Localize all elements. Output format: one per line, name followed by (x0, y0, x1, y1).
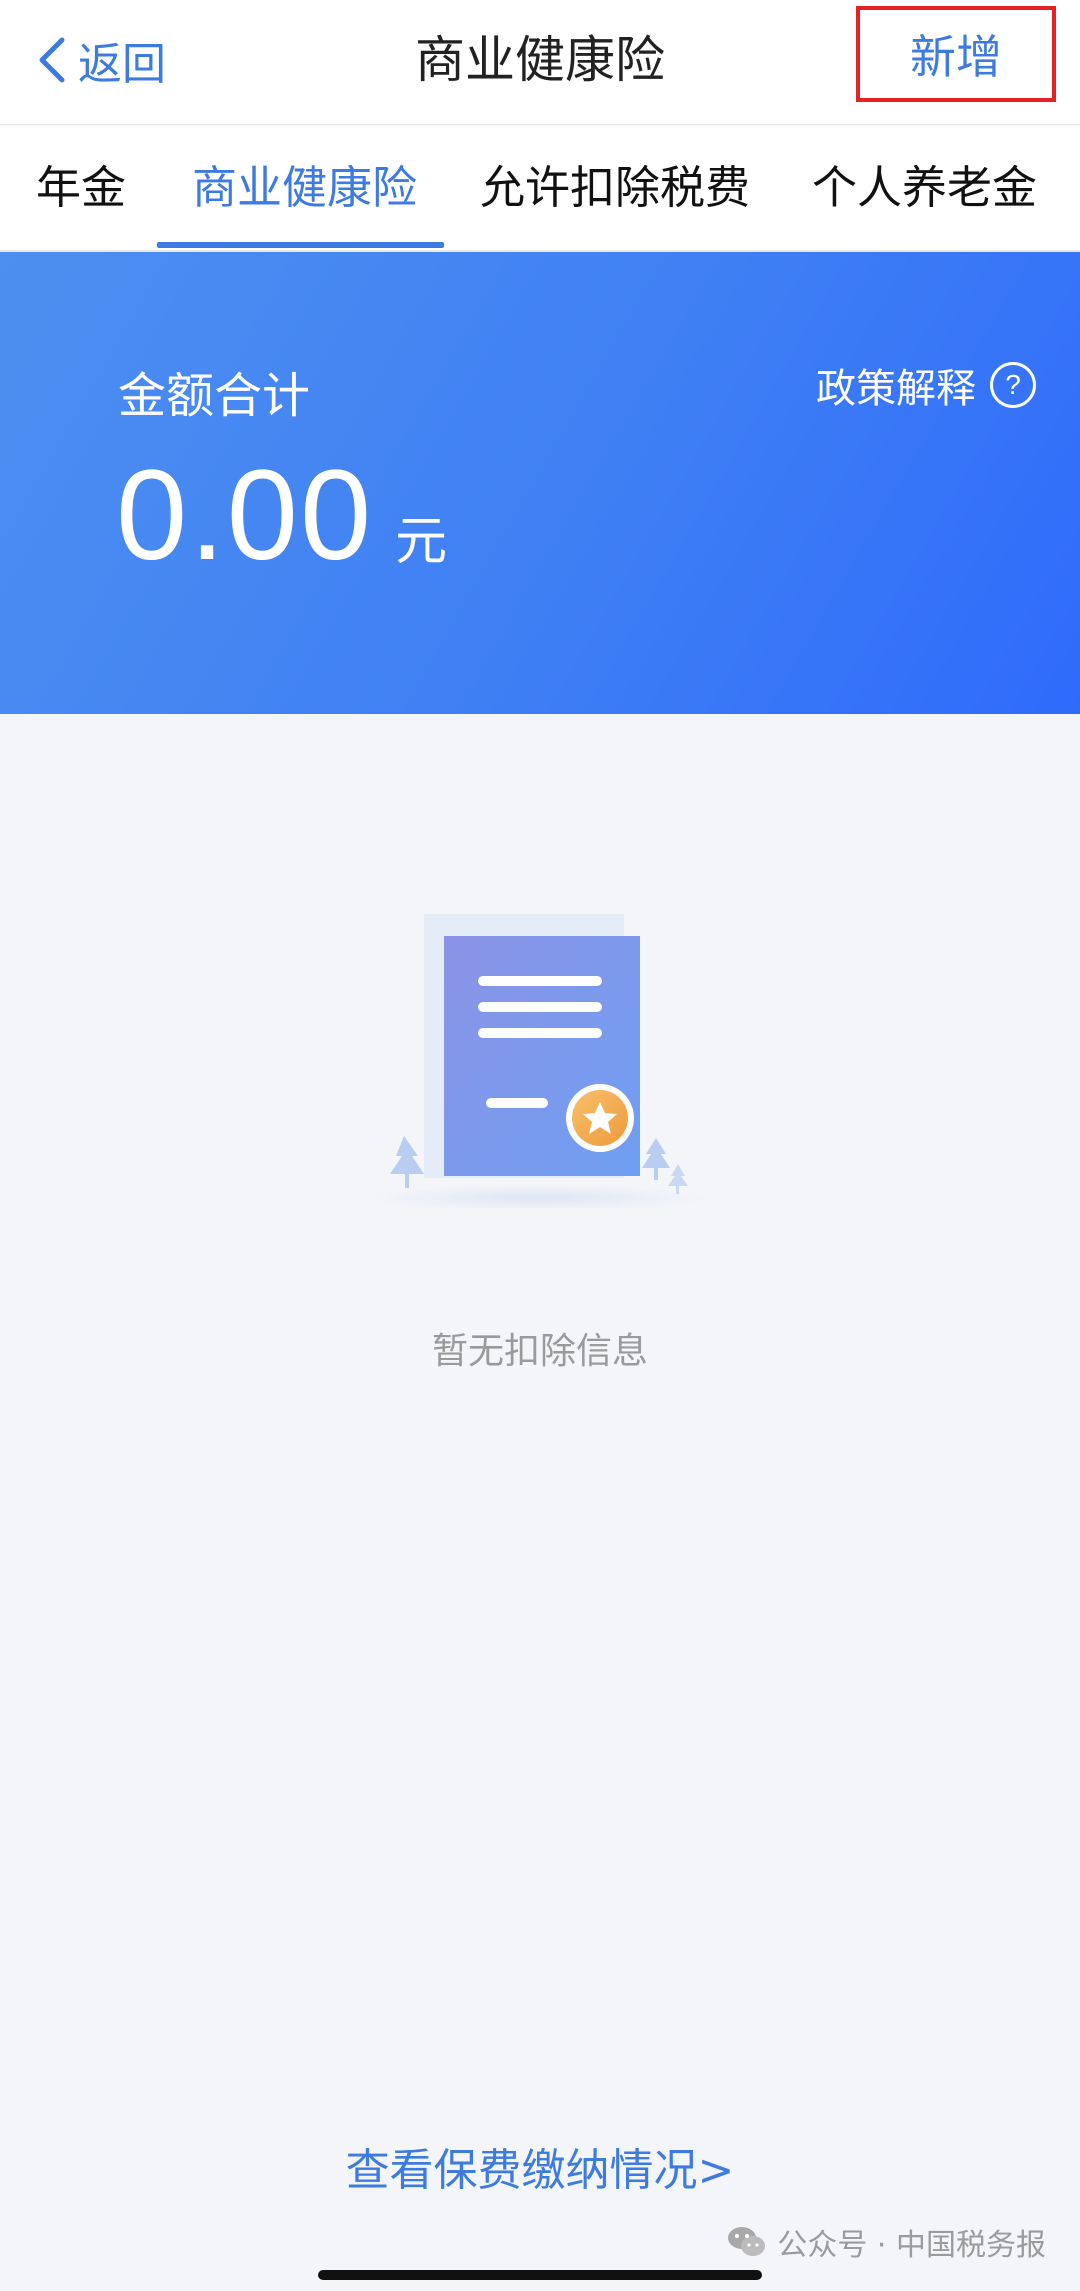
policy-label: 政策解释 (816, 366, 976, 412)
total-label: 金额合计 (118, 368, 311, 424)
back-button[interactable]: 返回 (36, 28, 166, 92)
view-premium-payment-link[interactable]: 查看保费缴纳情况> (0, 2134, 1080, 2198)
total-unit: 元 (395, 512, 448, 572)
document-certificate-icon (368, 914, 708, 1208)
add-button[interactable]: 新增 (856, 6, 1056, 102)
chevron-left-icon (39, 37, 65, 83)
tab-allowed-tax-deductions[interactable]: 允许扣除税费 (480, 126, 750, 250)
policy-explanation-link[interactable]: 政策解释 ? (816, 356, 1036, 414)
summary-banner: 金额合计 0.00 元 政策解释 ? (0, 252, 1080, 714)
watermark-text: 公众号 · 中国税务报 (777, 2228, 1046, 2263)
empty-state-text: 暂无扣除信息 (431, 1331, 648, 1372)
question-circle-icon: ? (990, 362, 1036, 408)
watermark: 公众号 · 中国税务报 (727, 2220, 1046, 2264)
tab-bar: 年金 商业健康险 允许扣除税费 个人养老金 (0, 126, 1080, 252)
total-amount: 0.00 (116, 444, 374, 587)
tab-personal-pension[interactable]: 个人养老金 (812, 126, 1037, 250)
tab-commercial-health-insurance[interactable]: 商业健康险 (192, 126, 417, 250)
home-indicator[interactable] (318, 2270, 762, 2280)
tab-annuity[interactable]: 年金 (36, 126, 126, 250)
nav-bar: 返回 商业健康险 新增 (0, 0, 1080, 125)
back-label: 返回 (78, 39, 166, 90)
total-amount-row: 0.00 元 (116, 452, 447, 580)
active-tab-indicator (157, 242, 444, 248)
wechat-icon (728, 2227, 766, 2256)
